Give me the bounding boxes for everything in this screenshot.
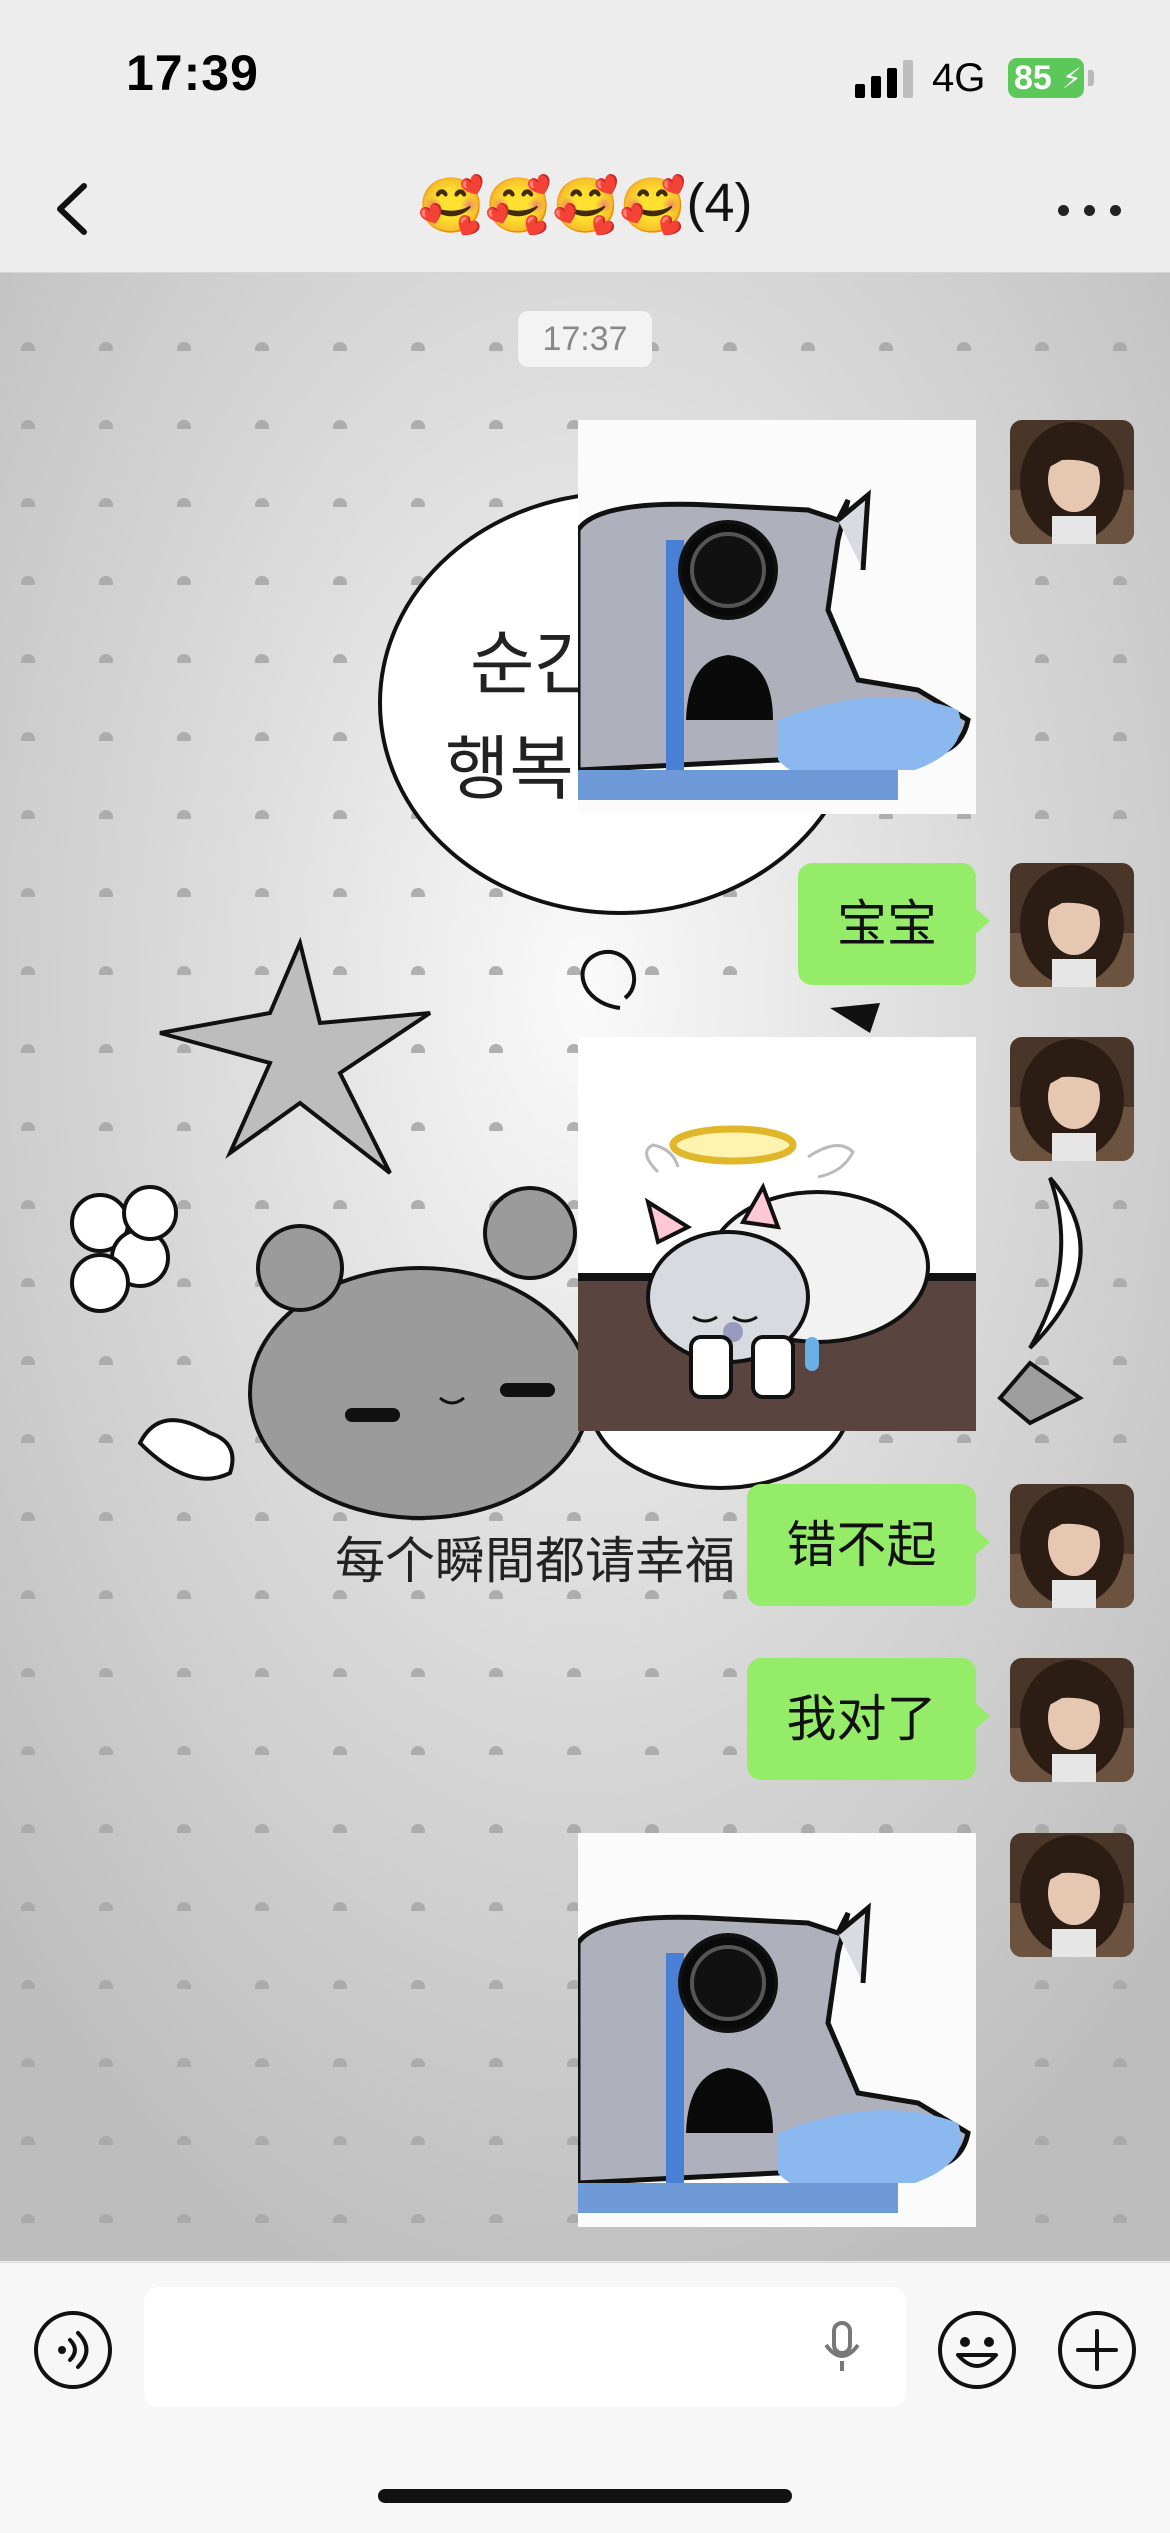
smiling-face-hearts-emoji: 🥰 <box>552 176 620 237</box>
home-indicator[interactable] <box>378 2489 792 2503</box>
smiling-face-hearts-emoji: 🥰 <box>484 176 552 237</box>
dot-icon <box>1110 205 1121 216</box>
user-avatar-image <box>1010 1037 1134 1161</box>
title-emojis: 🥰🥰🥰🥰 <box>418 175 687 238</box>
smiling-face-hearts-emoji: 🥰 <box>619 176 687 237</box>
dot-icon <box>1058 205 1069 216</box>
angel-cat-sticker <box>578 1037 976 1431</box>
message-timestamp: 17:37 <box>518 311 652 367</box>
emoji-button[interactable] <box>936 2309 1018 2391</box>
avatar[interactable] <box>1010 1833 1134 1957</box>
smiling-face-hearts-emoji: 🥰 <box>417 176 485 237</box>
microphone-icon[interactable] <box>812 2317 872 2377</box>
chat-area[interactable]: 순간 행복 每个瞬間都请幸福 17:37 宝宝 错不起 我对了 <box>0 273 1170 2261</box>
message-input[interactable] <box>144 2287 906 2407</box>
avatar[interactable] <box>1010 1037 1134 1161</box>
voice-input-button[interactable] <box>32 2309 114 2391</box>
avatar[interactable] <box>1010 1484 1134 1608</box>
avatar[interactable] <box>1010 863 1134 987</box>
text-message-bubble[interactable]: 我对了 <box>747 1658 990 1780</box>
wallpaper-text: 每个瞬間都请幸福 <box>335 1532 735 1590</box>
battery-level: 85 <box>1014 59 1052 97</box>
sticker-message[interactable] <box>578 420 976 814</box>
user-avatar-image <box>1010 1658 1134 1782</box>
network-type: 4G <box>932 56 986 100</box>
user-avatar-image <box>1010 420 1134 544</box>
wallpaper-text: 행복 <box>445 728 574 810</box>
chat-header: 🥰🥰🥰🥰 (4) <box>0 150 1170 273</box>
user-avatar-image <box>1010 1484 1134 1608</box>
voice-icon <box>34 2311 112 2389</box>
sticker-message[interactable] <box>578 1833 976 2227</box>
plus-icon <box>1058 2311 1136 2389</box>
more-button[interactable] <box>1050 174 1130 244</box>
input-bar <box>0 2262 1170 2533</box>
user-avatar-image <box>1010 1833 1134 1957</box>
charging-bolt-icon: ⚡ <box>1062 63 1082 94</box>
avatar[interactable] <box>1010 420 1134 544</box>
emoji-icon <box>938 2311 1016 2389</box>
user-avatar-image <box>1010 863 1134 987</box>
sticker-message[interactable] <box>578 1037 976 1431</box>
signal-strength-icon <box>855 60 915 98</box>
crying-cat-sticker <box>578 420 976 814</box>
status-time: 17:39 <box>126 45 259 101</box>
text-message-bubble[interactable]: 错不起 <box>747 1484 990 1606</box>
status-bar: 17:39 4G 85 ⚡ <box>0 0 1170 150</box>
more-functions-button[interactable] <box>1056 2309 1138 2391</box>
dot-icon <box>1084 205 1095 216</box>
battery-icon: 85 ⚡ <box>1008 58 1084 98</box>
battery-cap <box>1088 70 1094 86</box>
chat-title: 🥰🥰🥰🥰 (4) <box>0 172 1170 238</box>
text-message-bubble[interactable]: 宝宝 <box>798 863 990 985</box>
avatar[interactable] <box>1010 1658 1134 1782</box>
crying-cat-sticker <box>578 1833 976 2227</box>
member-count: (4) <box>686 173 753 233</box>
